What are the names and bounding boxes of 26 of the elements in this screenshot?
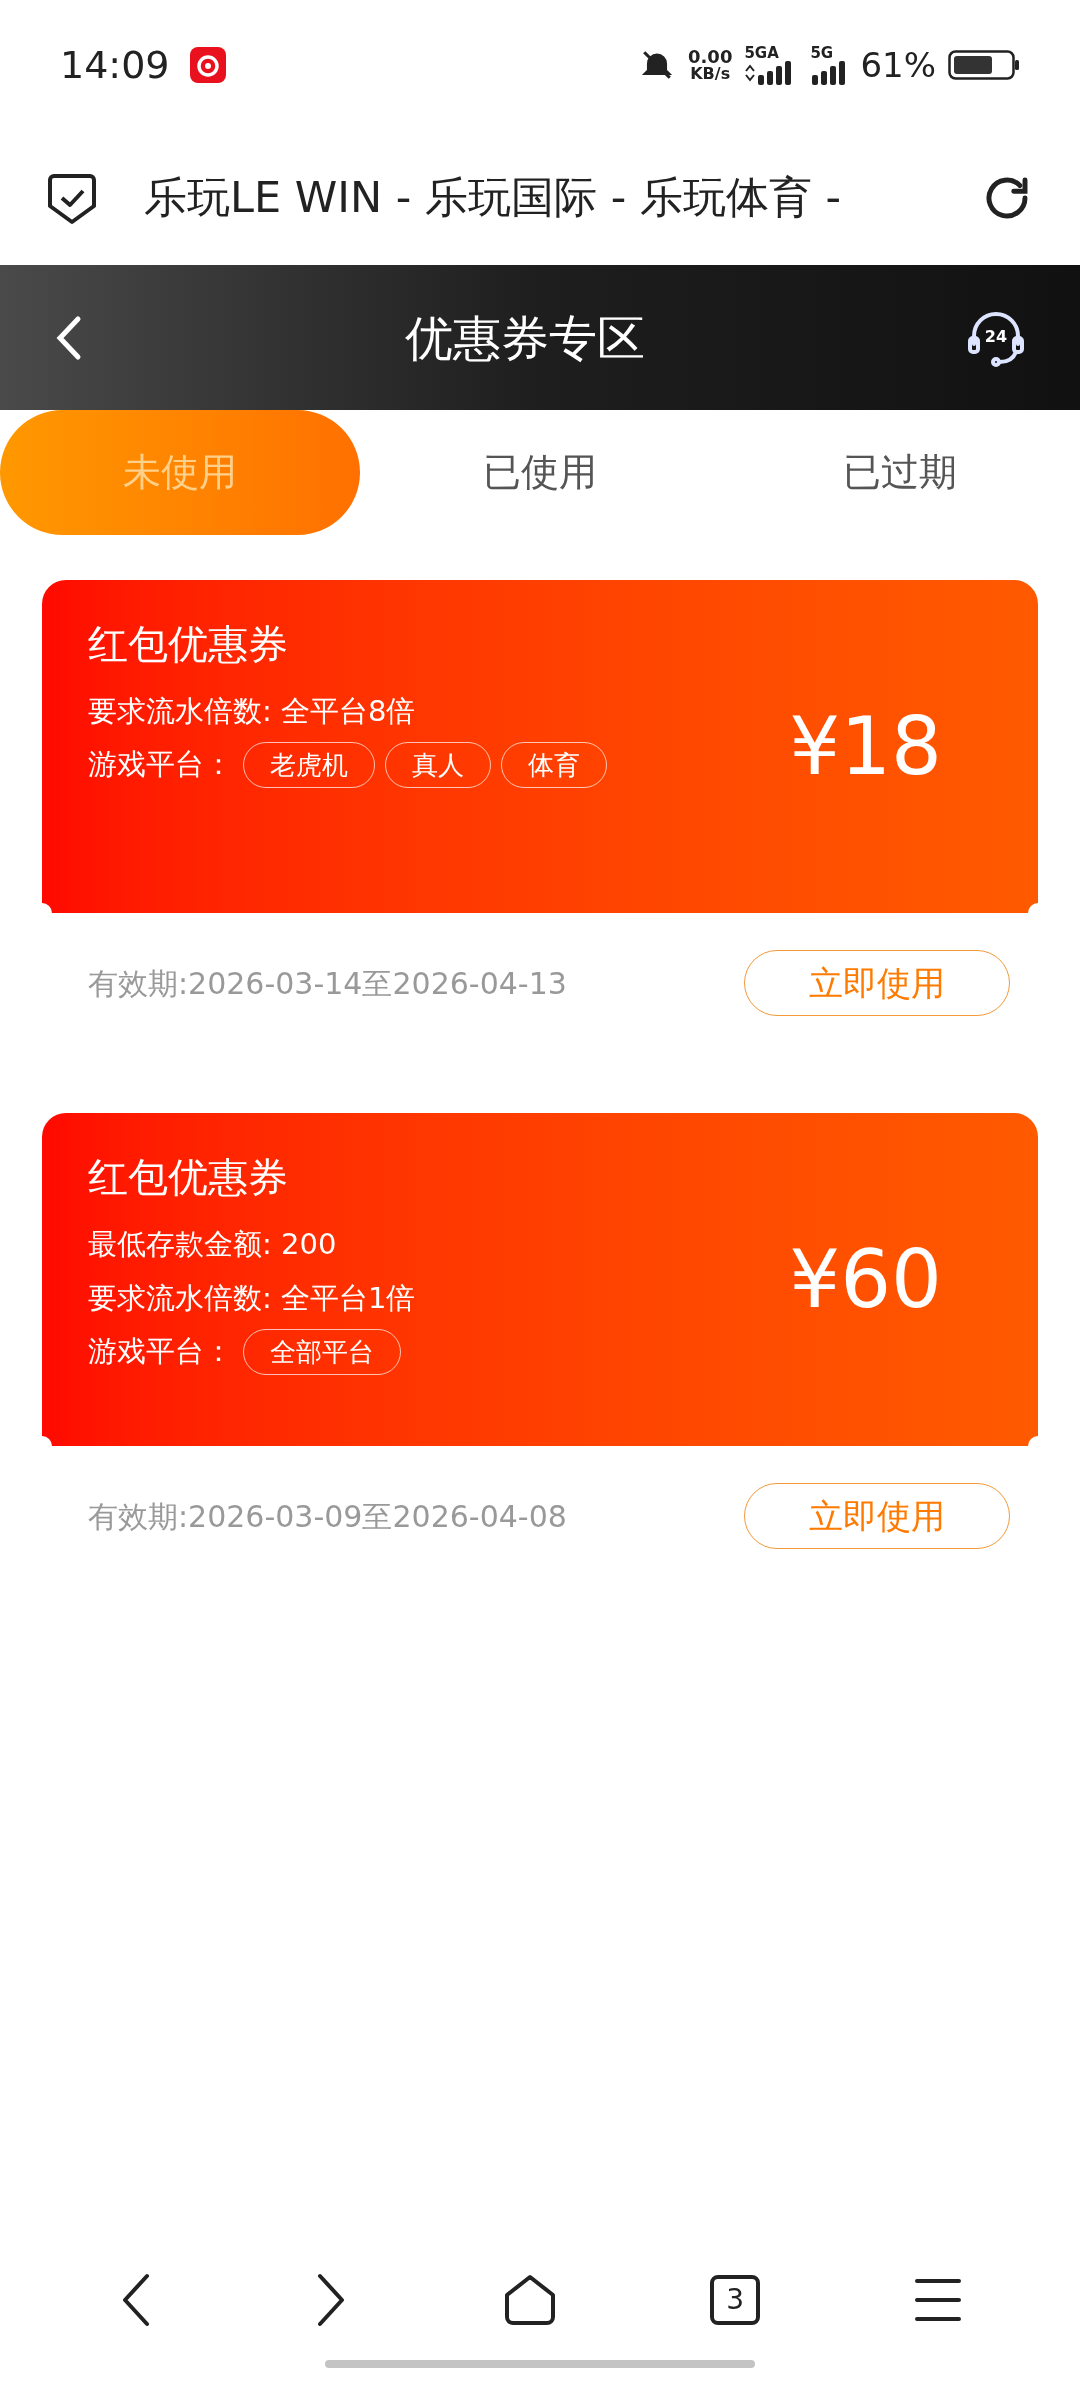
coupon-condition: 要求流水倍数: 全平台1倍 [88,1280,417,1317]
net-speed: 0.00 [688,48,733,66]
battery-icon [948,50,1020,80]
network-label: 5GA [744,45,780,61]
header-title: 优惠券专区 [404,308,646,368]
coupon-amount: ¥60 [789,1231,942,1328]
tab-count-button[interactable]: 3 [710,2275,761,2325]
coupon-title: 红包优惠券 [88,620,289,669]
battery-percent: 61% [860,43,936,87]
coupon-title: 红包优惠券 [88,1153,289,1202]
music-app-icon [189,47,226,83]
page-title: 乐玩LE WIN - 乐玩国际 - 乐玩体育 - [144,171,843,225]
home-icon[interactable] [502,2273,557,2327]
coupon-condition: 要求流水倍数: 全平台8倍 [88,693,417,730]
tab[interactable]: 已过期 [720,410,1080,535]
bell-muted-icon [640,48,674,82]
validity-period: 有效期:2026-03-09至2026-04-08 [88,1497,567,1536]
validity-period: 有效期:2026-03-14至2026-04-13 [88,964,567,1003]
coupon-condition: 最低存款金额: 200 [88,1226,338,1263]
tab[interactable]: 已使用 [360,410,720,535]
coupon-amount: ¥18 [789,698,942,795]
status-time: 14:09 [60,41,170,89]
platform-label: 游戏平台： [88,746,233,784]
network-label: 5G [810,45,835,61]
net-unit: KB/s [690,66,731,82]
platform-label: 游戏平台： [88,1333,233,1371]
